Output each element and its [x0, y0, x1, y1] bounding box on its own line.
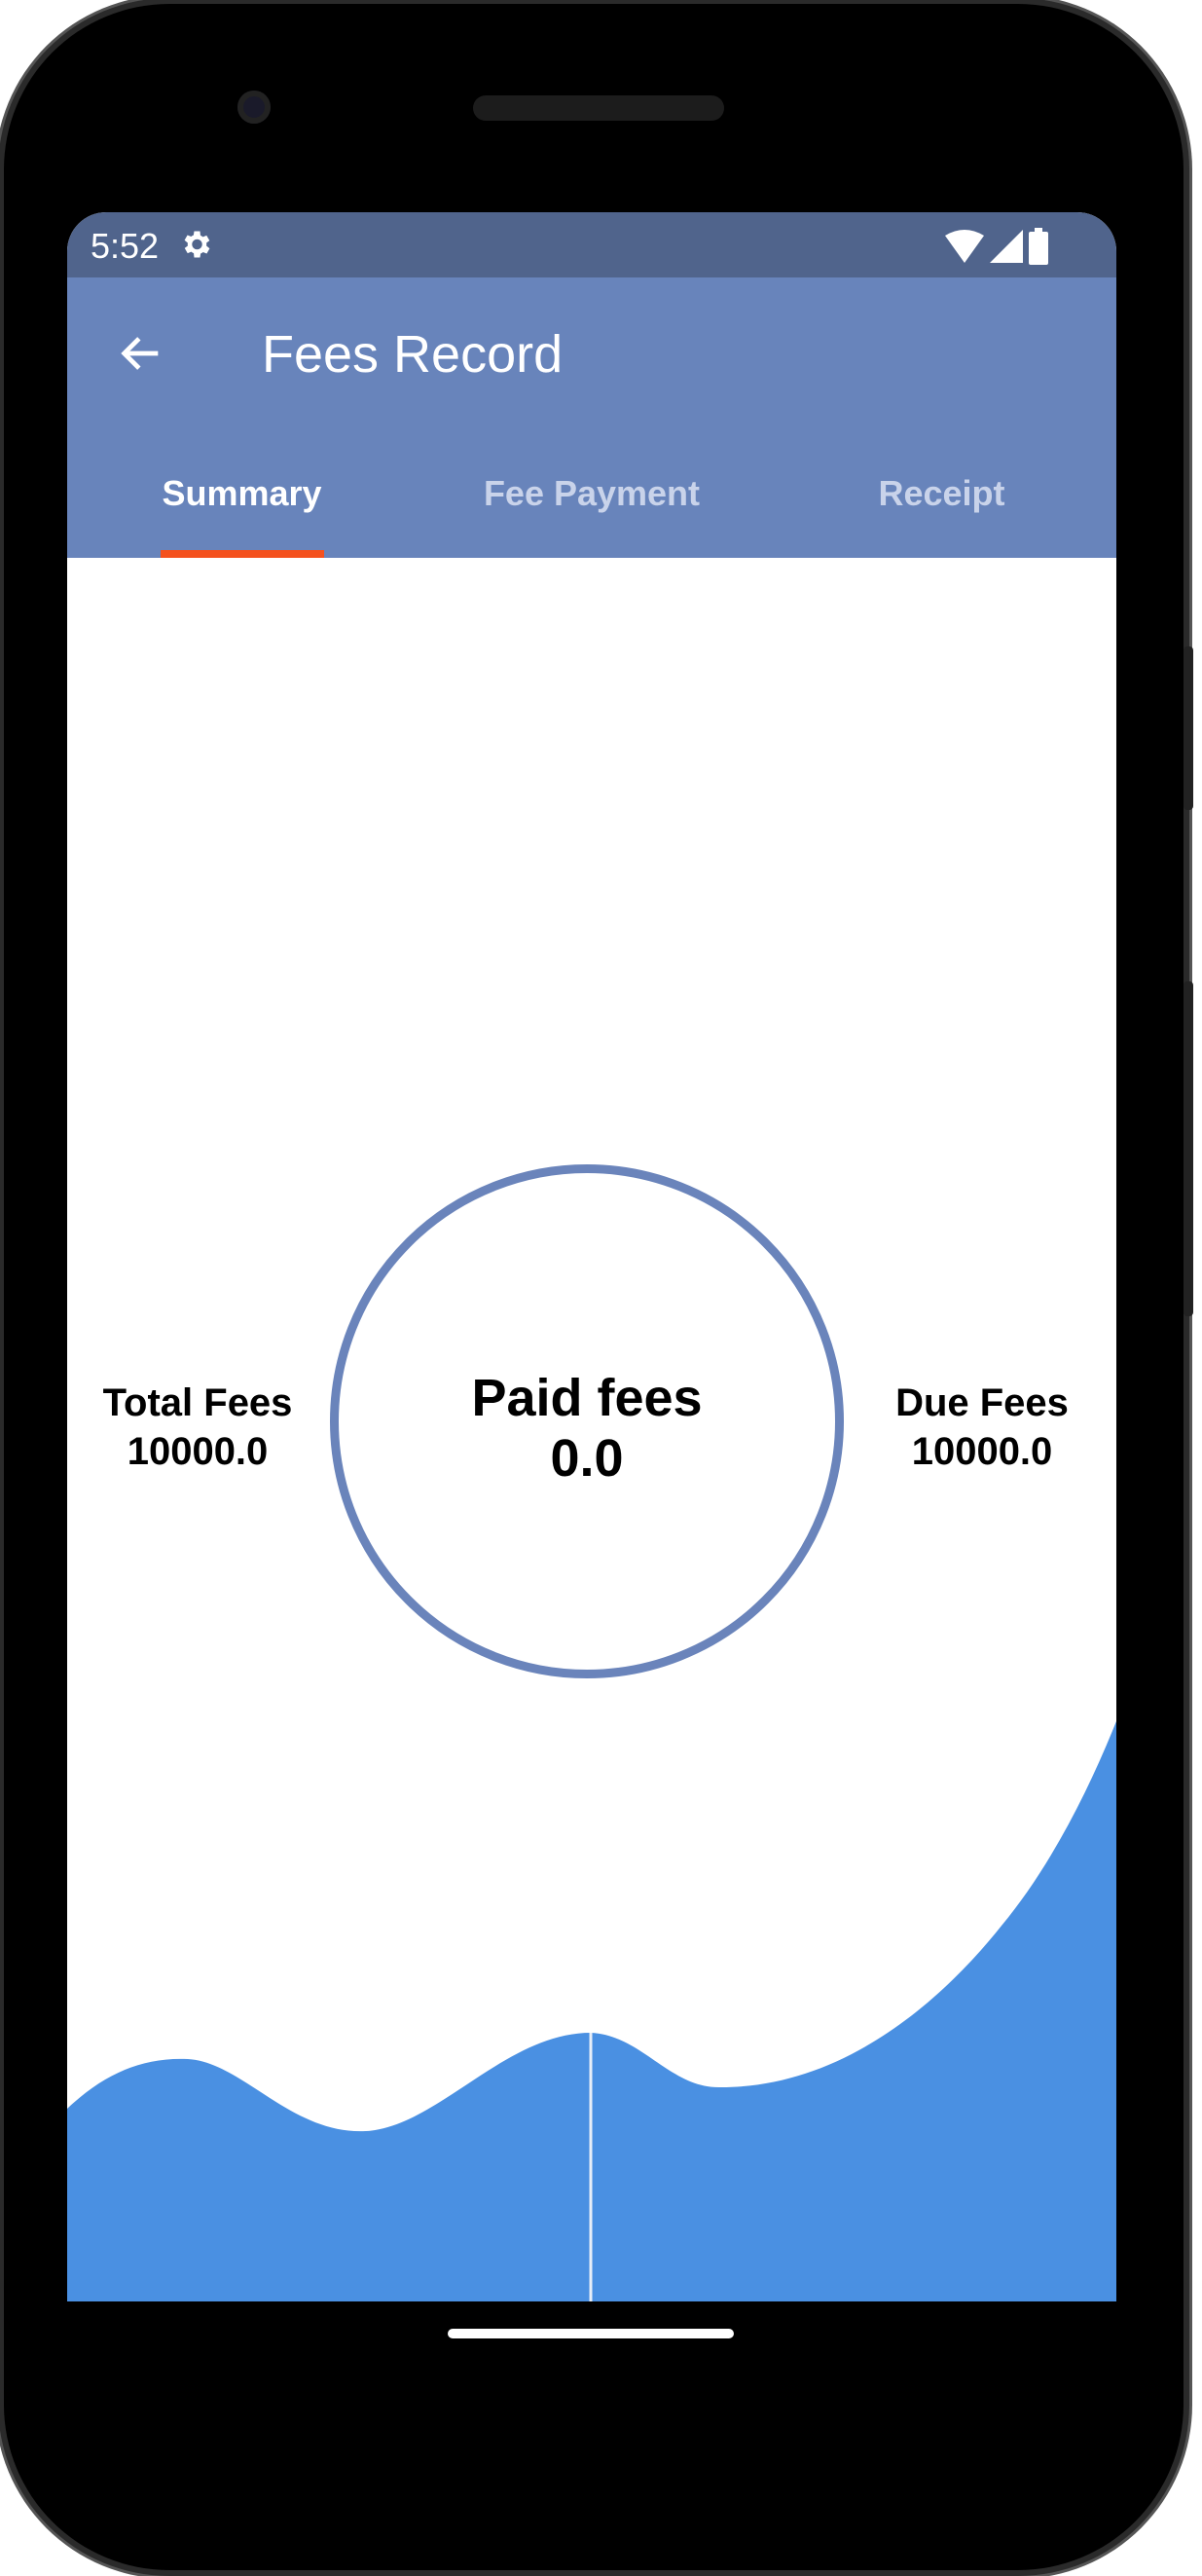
total-fees-value: 10000.0: [127, 1430, 269, 1473]
app-screen: 5:52 Fees Record Summary Fee Payment Rec…: [67, 212, 1116, 2301]
home-indicator[interactable]: [448, 2329, 734, 2338]
total-fees: Total Fees 10000.0: [67, 1379, 344, 1476]
paid-fees: Paid fees 0.0: [344, 1368, 830, 1489]
front-camera: [237, 91, 271, 124]
paid-fees-label: Paid fees: [471, 1369, 703, 1427]
due-fees: Due Fees 10000.0: [836, 1379, 1116, 1476]
paid-fees-value: 0.0: [550, 1429, 624, 1488]
power-button: [1184, 646, 1193, 810]
total-fees-label: Total Fees: [102, 1381, 293, 1424]
volume-button: [1184, 981, 1193, 1316]
due-fees-value: 10000.0: [911, 1430, 1053, 1473]
due-fees-label: Due Fees: [895, 1381, 1069, 1424]
earpiece-speaker: [473, 95, 724, 121]
